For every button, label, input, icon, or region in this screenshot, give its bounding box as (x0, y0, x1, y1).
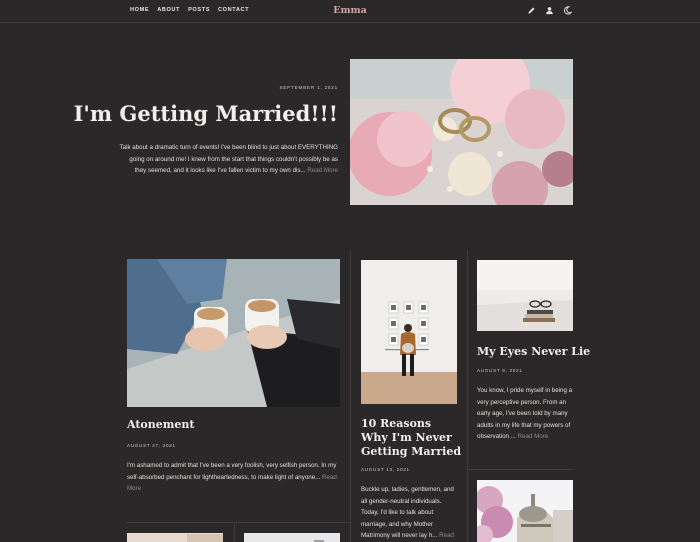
post-date: AUGUST 9, 2021 (477, 368, 523, 373)
hero-post-date: SEPTEMBER 1, 2021 (279, 85, 338, 90)
divider (350, 251, 351, 542)
hero-post-excerpt: Talk about a dramatic turn of events! I'… (118, 142, 338, 177)
header-actions (527, 6, 572, 15)
post-image-thumbnail[interactable] (477, 480, 573, 542)
post-title[interactable]: 10 Reasons Why I'm Never Getting Married (361, 417, 461, 459)
divider (127, 522, 350, 523)
hero-read-more-link[interactable]: Read More (307, 167, 338, 174)
post-excerpt: I'm ashamed to admit that I've been a ve… (127, 460, 339, 495)
post-excerpt: Buckle up, ladies, gentlemen, and all ge… (361, 484, 457, 542)
divider (234, 522, 235, 542)
post-excerpt-text: I'm ashamed to admit that I've been a ve… (127, 462, 337, 481)
hero-post-title[interactable]: I'm Getting Married!!! (74, 101, 338, 126)
post-image-thumbnail[interactable] (127, 533, 223, 542)
moon-icon[interactable] (563, 6, 572, 15)
post-title[interactable]: Atonement (127, 418, 194, 431)
post-title[interactable]: My Eyes Never Lie (477, 345, 590, 358)
hero-post-image[interactable] (350, 59, 573, 205)
post-date: AUGUST 13, 2021 (361, 467, 410, 472)
post-image-my-eyes-never-lie[interactable] (477, 260, 573, 331)
user-icon[interactable] (545, 6, 554, 15)
post-image-10-reasons[interactable] (361, 260, 457, 404)
divider (467, 251, 468, 542)
post-image-atonement[interactable] (127, 259, 340, 407)
divider (467, 469, 573, 470)
pencil-icon[interactable] (527, 6, 536, 15)
top-bar: HOME ABOUT POSTS CONTACT Emma (0, 0, 700, 23)
site-logo[interactable]: Emma (0, 5, 700, 16)
read-more-link[interactable]: Read More (518, 433, 549, 440)
hero-excerpt-text: Talk about a dramatic turn of events! I'… (119, 144, 338, 175)
post-date: AUGUST 27, 2021 (127, 443, 176, 448)
post-excerpt: You know, I pride myself in being a very… (477, 385, 573, 443)
post-image-thumbnail[interactable] (244, 533, 340, 542)
